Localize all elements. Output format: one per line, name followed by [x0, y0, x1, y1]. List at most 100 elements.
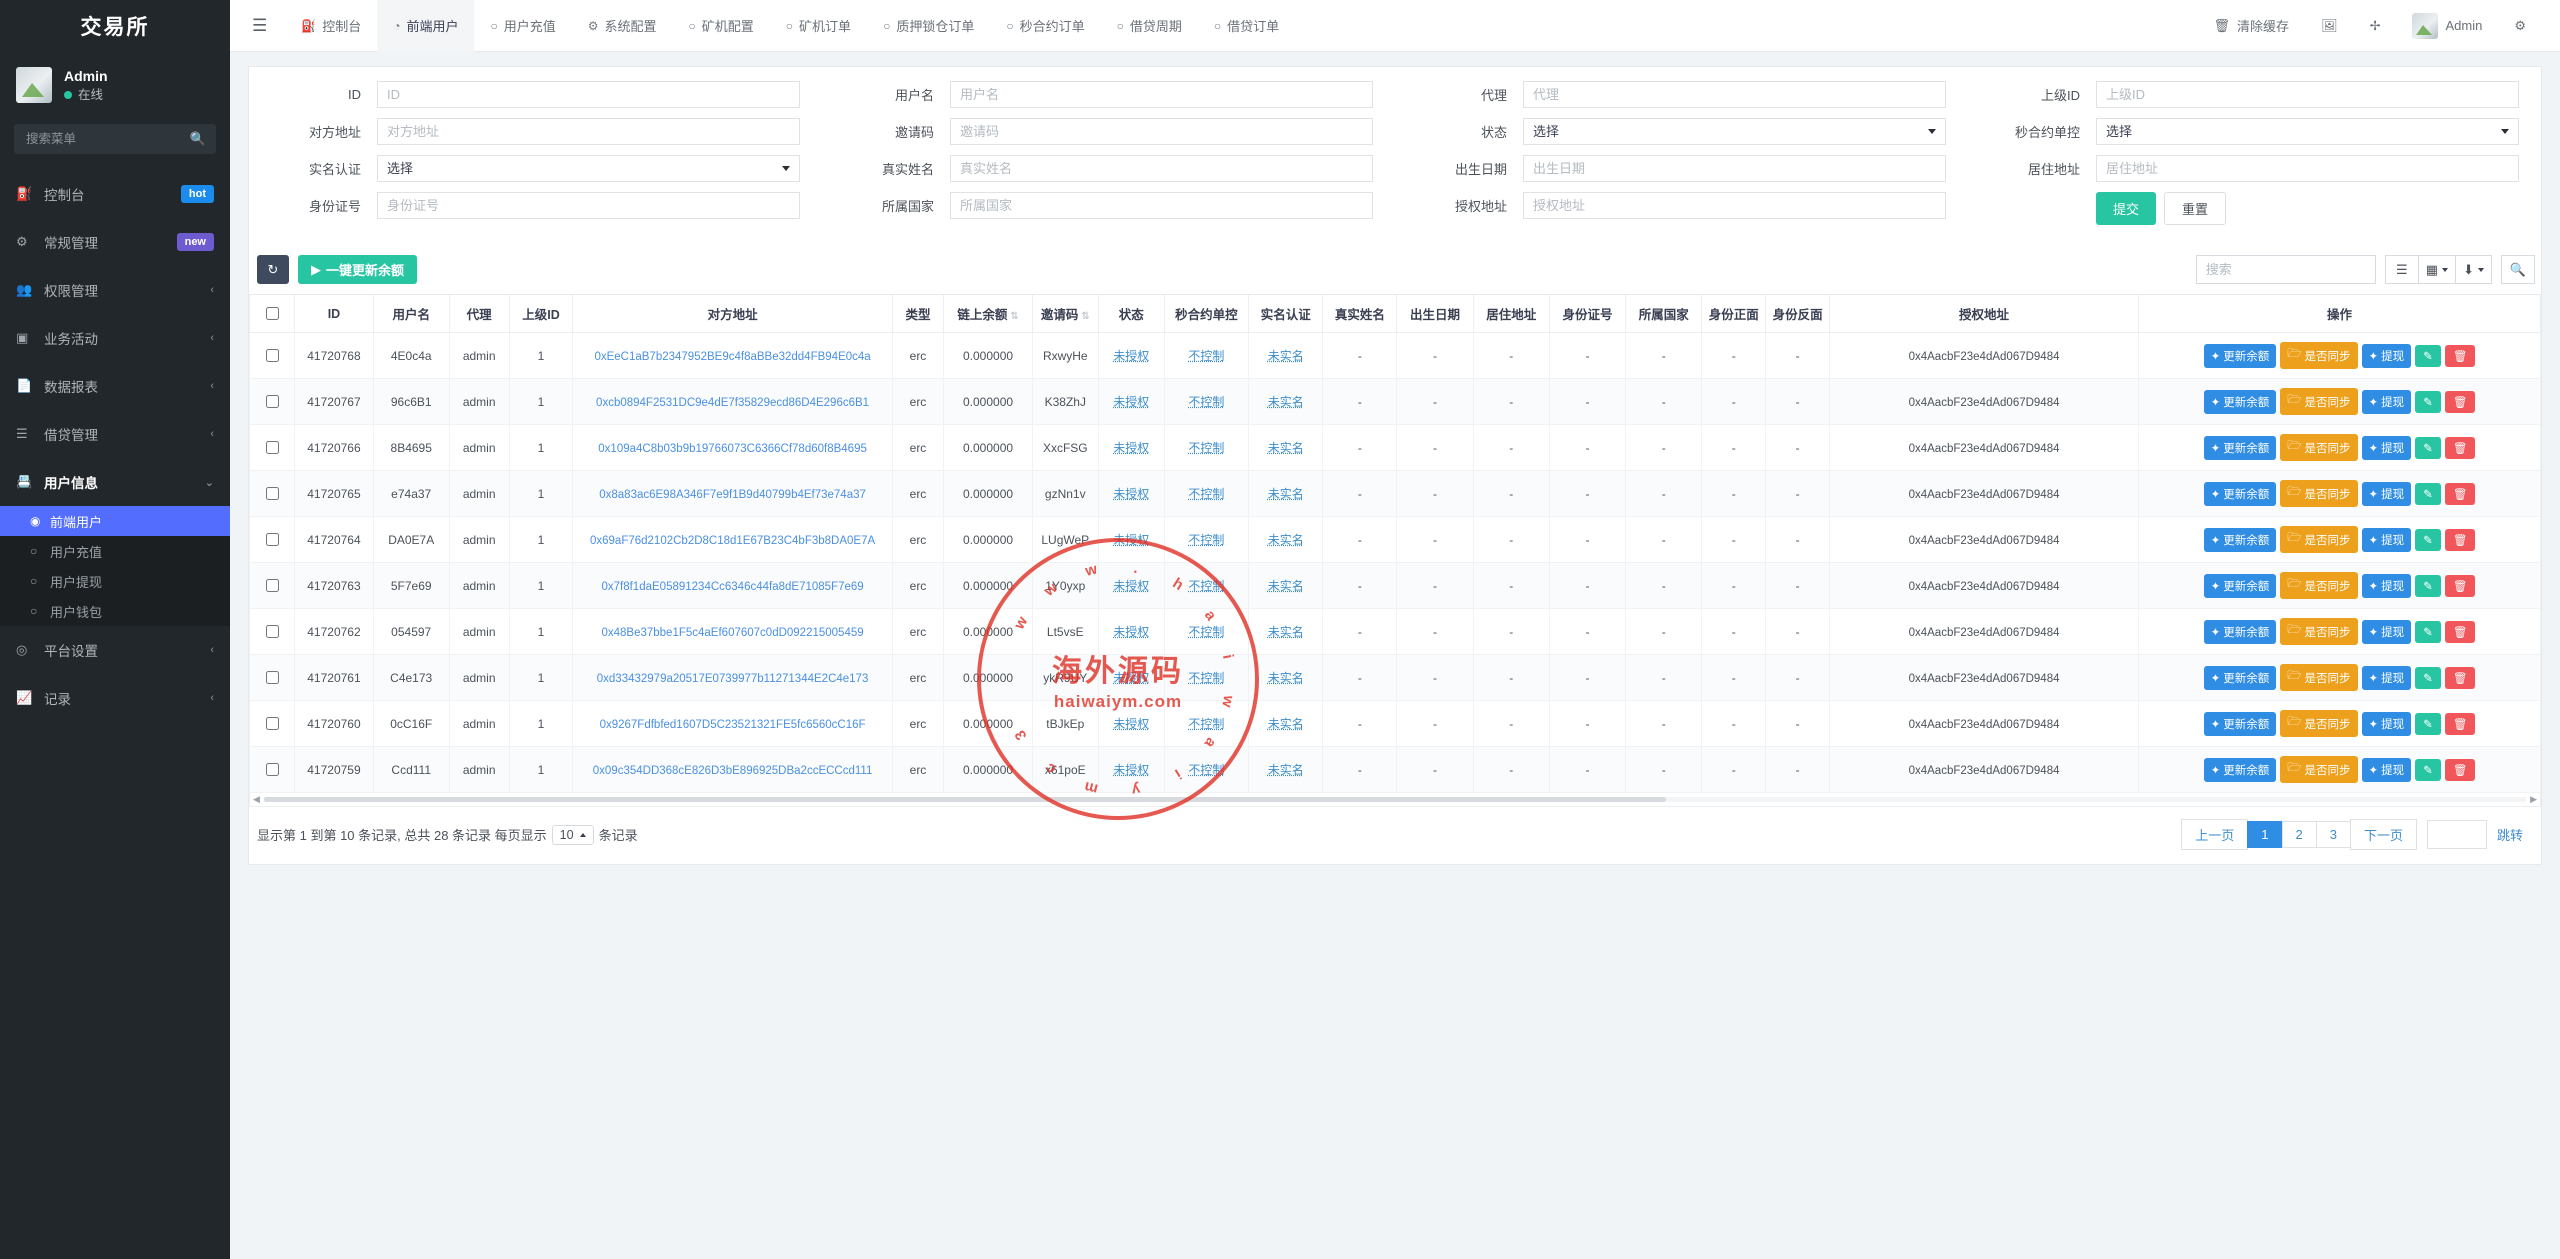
- sync-button[interactable]: 🗁是否同步: [2280, 480, 2357, 507]
- topnav-link-矿机配置[interactable]: ○矿机配置: [673, 0, 770, 52]
- row-checkbox-cell[interactable]: [250, 563, 295, 609]
- filter-reset-button[interactable]: 重置: [2164, 192, 2226, 225]
- edit-button[interactable]: ✎: [2415, 345, 2441, 367]
- cell-status[interactable]: 未授权: [1098, 425, 1164, 471]
- cell-realname-auth[interactable]: 未实名: [1249, 701, 1323, 747]
- row-checkbox[interactable]: [266, 717, 279, 730]
- topnav-link-借贷订单[interactable]: ○借贷订单: [1198, 0, 1295, 52]
- filter-input-代理[interactable]: [1523, 81, 1946, 108]
- filter-input-居住地址[interactable]: [2096, 155, 2519, 182]
- hamburger-icon[interactable]: ☰: [230, 16, 285, 36]
- cell-address[interactable]: 0x8a83ac6E98A346F7e9f1B9d40799b4Ef73e74a…: [573, 471, 892, 517]
- update-all-balance-button[interactable]: ▶ 一键更新余额: [298, 255, 417, 284]
- cell-realname-auth[interactable]: 未实名: [1249, 379, 1323, 425]
- cell-address[interactable]: 0x69aF76d2102Cb2D8C18d1E67B23C4bF3b8DA0E…: [590, 535, 875, 547]
- sidebar-item-权限管理[interactable]: 👥权限管理‹: [0, 266, 230, 314]
- filter-input-授权地址[interactable]: [1523, 192, 1946, 219]
- sidebar-item-平台设置[interactable]: ◎平台设置‹: [0, 626, 230, 674]
- cell-status[interactable]: 未授权: [1098, 609, 1164, 655]
- columns-icon[interactable]: ☰: [2385, 255, 2419, 284]
- cell-status[interactable]: 未授权: [1113, 533, 1149, 547]
- cell-realname-auth[interactable]: 未实名: [1268, 579, 1304, 593]
- edit-button[interactable]: ✎: [2415, 575, 2441, 597]
- row-checkbox-cell[interactable]: [250, 517, 295, 563]
- row-checkbox[interactable]: [266, 395, 279, 408]
- cell-status[interactable]: 未授权: [1113, 487, 1149, 501]
- cell-address[interactable]: 0x09c354DD368cE826D3bE896925DBa2ccECCcd1…: [593, 765, 873, 777]
- sidebar-search-input[interactable]: [24, 131, 190, 147]
- cell-sec-control[interactable]: 不控制: [1164, 655, 1248, 701]
- topnav-link-前端用户[interactable]: ◔前端用户: [377, 0, 474, 52]
- filter-input-用户名[interactable]: [950, 81, 1373, 108]
- cell-address[interactable]: 0xEeC1aB7b2347952BE9c4f8aBBe32dd4FB94E0c…: [573, 333, 892, 379]
- search-icon[interactable]: 🔍: [190, 131, 206, 147]
- table-row[interactable]: 4172076796c6B1admin10xcb0894F2531DC9e4dE…: [250, 379, 2541, 425]
- cell-address[interactable]: 0xcb0894F2531DC9e4dE7f35829ecd86D4E296c6…: [573, 379, 892, 425]
- update-balance-button[interactable]: ✦更新余额: [2204, 620, 2277, 644]
- topnav-link-矿机订单[interactable]: ○矿机订单: [770, 0, 867, 52]
- cell-status[interactable]: 未授权: [1098, 747, 1164, 793]
- grid-icon[interactable]: ▦: [2418, 255, 2456, 284]
- topnav-link-用户充值[interactable]: ○用户充值: [474, 0, 571, 52]
- table-row[interactable]: 41720765e74a37admin10x8a83ac6E98A346F7e9…: [250, 471, 2541, 517]
- cell-address[interactable]: 0x109a4C8b03b9b19766073C6366Cf78d60f8B46…: [573, 425, 892, 471]
- sidebar-subitem-用户充值[interactable]: ○用户充值: [0, 536, 230, 566]
- edit-button[interactable]: ✎: [2415, 529, 2441, 551]
- withdraw-button[interactable]: ✦提现: [2362, 482, 2412, 506]
- row-checkbox[interactable]: [266, 763, 279, 776]
- cell-sec-control[interactable]: 不控制: [1188, 349, 1224, 363]
- filter-input-身份证号[interactable]: [377, 192, 800, 219]
- horizontal-scrollbar[interactable]: ◀ ▶: [249, 793, 2541, 807]
- sort-icon[interactable]: ⇅: [1081, 311, 1089, 322]
- user-menu[interactable]: Admin: [2396, 0, 2498, 52]
- sidebar-item-记录[interactable]: 📈记录‹: [0, 674, 230, 722]
- sidebar-profile[interactable]: Admin 在线: [0, 52, 230, 120]
- withdraw-button[interactable]: ✦提现: [2362, 344, 2412, 368]
- cell-sec-control[interactable]: 不控制: [1188, 625, 1224, 639]
- sync-button[interactable]: 🗁是否同步: [2280, 388, 2357, 415]
- update-balance-button[interactable]: ✦更新余额: [2204, 666, 2277, 690]
- cell-realname-auth[interactable]: 未实名: [1268, 763, 1304, 777]
- row-checkbox[interactable]: [266, 579, 279, 592]
- cell-status[interactable]: 未授权: [1098, 333, 1164, 379]
- sync-button[interactable]: 🗁是否同步: [2280, 618, 2357, 645]
- sidebar-item-用户信息[interactable]: 📇用户信息⌄: [0, 458, 230, 506]
- update-balance-button[interactable]: ✦更新余额: [2204, 574, 2277, 598]
- cell-status[interactable]: 未授权: [1098, 517, 1164, 563]
- sidebar-subitem-用户提现[interactable]: ○用户提现: [0, 566, 230, 596]
- sync-button[interactable]: 🗁是否同步: [2280, 342, 2357, 369]
- cell-status[interactable]: 未授权: [1098, 379, 1164, 425]
- filter-select-实名认证[interactable]: 选择: [377, 155, 800, 182]
- cell-sec-control[interactable]: 不控制: [1164, 379, 1248, 425]
- cell-status[interactable]: 未授权: [1113, 395, 1149, 409]
- withdraw-button[interactable]: ✦提现: [2362, 436, 2412, 460]
- cell-sec-control[interactable]: 不控制: [1164, 609, 1248, 655]
- sidebar-item-常规管理[interactable]: ⚙常规管理new: [0, 218, 230, 266]
- cell-realname-auth[interactable]: 未实名: [1268, 395, 1304, 409]
- settings-button[interactable]: ⚙: [2498, 0, 2542, 52]
- delete-button[interactable]: 🗑: [2445, 713, 2476, 735]
- cell-address[interactable]: 0x9267Fdfbfed1607D5C23521321FE5fc6560cC1…: [600, 719, 866, 731]
- fullscreen-button[interactable]: ✢: [2354, 0, 2397, 52]
- withdraw-button[interactable]: ✦提现: [2362, 574, 2412, 598]
- update-balance-button[interactable]: ✦更新余额: [2204, 436, 2277, 460]
- filter-select-状态[interactable]: 选择: [1523, 118, 1946, 145]
- cell-sec-control[interactable]: 不控制: [1188, 579, 1224, 593]
- cell-address[interactable]: 0x9267Fdfbfed1607D5C23521321FE5fc6560cC1…: [573, 701, 892, 747]
- cell-sec-control[interactable]: 不控制: [1164, 425, 1248, 471]
- cell-realname-auth[interactable]: 未实名: [1249, 609, 1323, 655]
- scroll-right-arrow[interactable]: ▶: [2530, 794, 2537, 805]
- cell-address[interactable]: 0x69aF76d2102Cb2D8C18d1E67B23C4bF3b8DA0E…: [573, 517, 892, 563]
- delete-button[interactable]: 🗑: [2445, 483, 2476, 505]
- sync-button[interactable]: 🗁是否同步: [2280, 434, 2357, 461]
- cell-realname-auth[interactable]: 未实名: [1249, 655, 1323, 701]
- cell-realname-auth[interactable]: 未实名: [1268, 671, 1304, 685]
- row-checkbox-cell[interactable]: [250, 333, 295, 379]
- cell-sec-control[interactable]: 不控制: [1188, 441, 1224, 455]
- cell-sec-control[interactable]: 不控制: [1164, 701, 1248, 747]
- topnav-link-系统配置[interactable]: ⚙系统配置: [572, 0, 673, 52]
- edit-button[interactable]: ✎: [2415, 391, 2441, 413]
- cell-realname-auth[interactable]: 未实名: [1249, 747, 1323, 793]
- delete-button[interactable]: 🗑: [2445, 437, 2476, 459]
- page-size-select[interactable]: 10: [552, 825, 594, 845]
